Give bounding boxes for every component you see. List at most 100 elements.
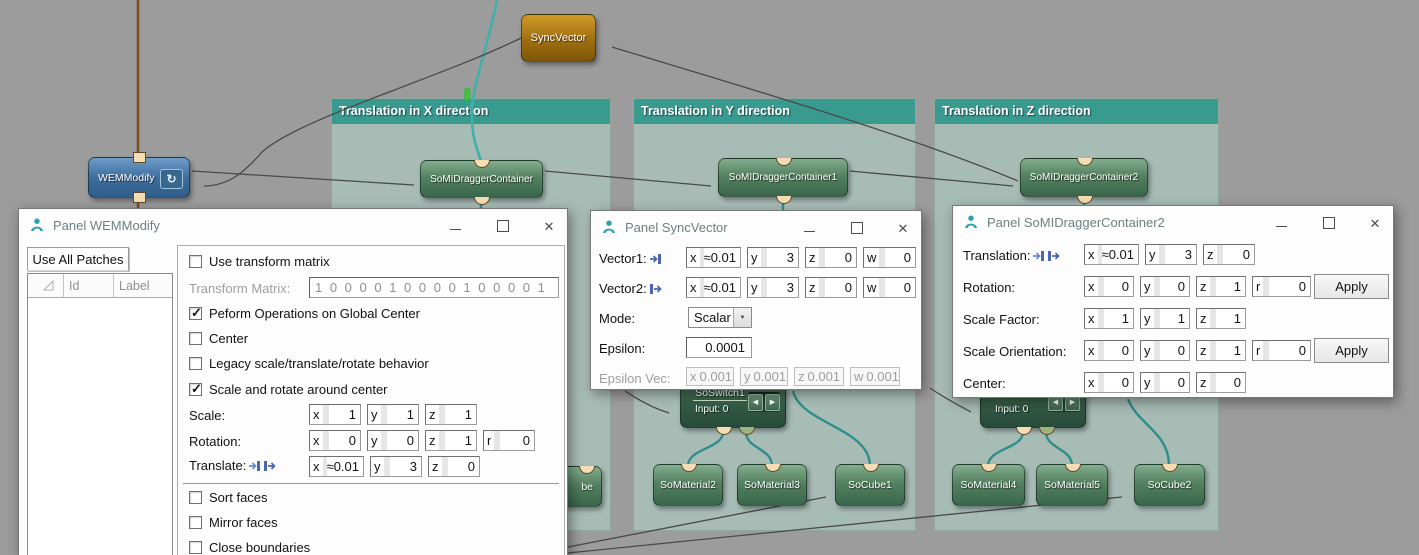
vector1-y-field[interactable]: y3 [747,247,799,268]
node-material4[interactable]: SoMaterial4 [952,464,1025,506]
cube2-input-cable[interactable] [1128,399,1169,466]
node-cube1[interactable]: SoCube1 [835,464,905,506]
param-into-switch1[interactable] [625,391,669,413]
panel-dragger2[interactable]: Panel SoMIDraggerContainer2 ✕ Translatio… [952,205,1394,398]
checkbox-scale-rotate-center[interactable]: Scale and rotate around center [189,382,388,397]
param-dragger1-to-dragger2[interactable] [850,171,1013,186]
node-material3[interactable]: SoMaterial3 [737,464,807,506]
translate-z-field[interactable]: z0 [428,456,480,477]
panel-syncvector-titlebar[interactable]: Panel SyncVector [601,219,728,235]
wem-input-connector[interactable] [133,152,146,163]
material5-input-connector[interactable] [1065,464,1081,472]
checkbox-center[interactable]: Center [189,331,248,346]
close-button[interactable]: ✕ [539,217,559,235]
dragger0-input-cable[interactable] [472,0,497,161]
param-wem-to-dragger0[interactable] [192,171,414,185]
rotation-x-field[interactable]: x0 [1084,276,1134,297]
switch1-material2-cable[interactable] [688,432,723,466]
checkbox-use-transform-matrix[interactable]: Use transform matrix [189,254,330,269]
checkbox-perform-global-center[interactable]: Peform Operations on Global Center [189,306,420,321]
minimize-button[interactable] [799,219,819,237]
mode-dropdown[interactable]: Scalar ▼ [688,307,752,328]
translate-x-field[interactable]: x≈0.01 [309,456,364,477]
rotation-z-field[interactable]: z1 [1196,276,1246,297]
checkbox-box[interactable] [189,255,202,268]
panel-dragger2-titlebar[interactable]: Panel SoMIDraggerContainer2 [963,214,1165,230]
material4-input-connector[interactable] [981,464,997,472]
column-header-id[interactable]: Id [64,274,114,297]
rotation-apply-button[interactable]: Apply [1314,274,1389,299]
rotation-r-field[interactable]: r0 [1252,276,1311,297]
vector1-z-field[interactable]: z0 [805,247,857,268]
center-y-field[interactable]: y0 [1140,372,1190,393]
rotation-x-field[interactable]: x0 [309,430,361,451]
tab-use-all-patches[interactable]: Use All Patches [27,247,129,271]
translation-y-field[interactable]: y3 [1145,244,1197,265]
node-graph-canvas[interactable]: Translation in X direction Translation i… [0,0,1419,555]
maximize-button[interactable] [493,217,513,235]
close-button[interactable]: ✕ [893,219,913,237]
rotation-y-field[interactable]: y0 [367,430,419,451]
cube2-input-connector[interactable] [1162,464,1178,472]
wem-output-connector[interactable] [133,192,146,203]
checkbox-sort-faces[interactable]: Sort faces [189,490,268,505]
partial-node-connector[interactable] [579,466,595,474]
transform-matrix-field[interactable]: 1 0 0 0 0 1 0 0 0 0 1 0 0 0 0 1 [309,277,559,298]
scale-orientation-r-field[interactable]: r0 [1252,340,1311,361]
refresh-icon[interactable]: ↻ [160,169,183,189]
rotation-z-field[interactable]: z1 [425,430,477,451]
checkbox-box[interactable] [189,541,202,554]
node-wemmodify[interactable]: WEMModify ↻ [88,157,190,198]
panel-syncvector[interactable]: Panel SyncVector ✕ Vector1: x≈0.01 y3 z0… [590,210,922,390]
vector1-x-field[interactable]: x≈0.01 [686,247,741,268]
node-dragger1[interactable]: SoMIDraggerContainer1 [718,158,848,197]
checkbox-box[interactable] [189,516,202,529]
material3-input-connector[interactable] [765,464,781,472]
vector2-y-field[interactable]: y3 [747,277,799,298]
vector1-w-field[interactable]: w0 [863,247,916,268]
switch1-next-icon[interactable]: ▶ [765,394,780,411]
scale-x-field[interactable]: x1 [309,404,361,425]
maximize-button[interactable] [847,219,867,237]
checkbox-box[interactable] [189,332,202,345]
patch-table[interactable]: Id Label [27,273,173,555]
scale-factor-y-field[interactable]: y1 [1140,308,1190,329]
patch-table-body[interactable] [28,298,172,555]
switch2-material4-cable[interactable] [988,432,1023,466]
scale-factor-x-field[interactable]: x1 [1084,308,1134,329]
scale-orientation-apply-button[interactable]: Apply [1314,338,1389,363]
sort-column-icon[interactable] [28,274,64,297]
panel-wemmodify-titlebar[interactable]: Panel WEMModify [29,217,160,233]
param-dragger0-to-dragger1[interactable] [545,171,711,186]
checkbox-close-boundaries[interactable]: Close boundaries [189,540,310,555]
checkbox-mirror-faces[interactable]: Mirror faces [189,515,278,530]
close-button[interactable]: ✕ [1365,214,1385,232]
translation-z-field[interactable]: z0 [1203,244,1255,265]
vector2-z-field[interactable]: z0 [805,277,857,298]
scale-y-field[interactable]: y1 [367,404,419,425]
switch2-material5-cable[interactable] [1046,432,1072,466]
cube1-input-cable[interactable] [793,391,870,466]
cube1-input-connector[interactable] [863,464,879,472]
scale-orientation-x-field[interactable]: x0 [1084,340,1134,361]
scale-factor-z-field[interactable]: z1 [1196,308,1246,329]
rotation-r-field[interactable]: r0 [483,430,535,451]
node-material2[interactable]: SoMaterial2 [653,464,723,506]
scale-orientation-z-field[interactable]: z1 [1196,340,1246,361]
panel-wemmodify[interactable]: Panel WEMModify ✕ Use All Patches Id Lab… [18,208,568,555]
center-x-field[interactable]: x0 [1084,372,1134,393]
node-syncvector[interactable]: SyncVector [521,14,596,62]
checkbox-box[interactable] [189,357,202,370]
checkbox-box[interactable] [189,383,202,396]
dragger2-input-connector[interactable] [1077,158,1093,166]
maximize-button[interactable] [1319,214,1339,232]
switch1-prev-icon[interactable]: ◀ [748,394,763,411]
checkbox-box[interactable] [189,307,202,320]
translate-y-field[interactable]: y3 [370,456,422,477]
node-dragger2[interactable]: SoMIDraggerContainer2 [1020,158,1148,197]
epsilon-field[interactable]: 0.0001 [686,337,752,358]
rotation-y-field[interactable]: y0 [1140,276,1190,297]
dragger0-input-connector[interactable] [474,160,490,168]
center-z-field[interactable]: z0 [1196,372,1246,393]
chevron-down-icon[interactable]: ▼ [733,308,751,327]
